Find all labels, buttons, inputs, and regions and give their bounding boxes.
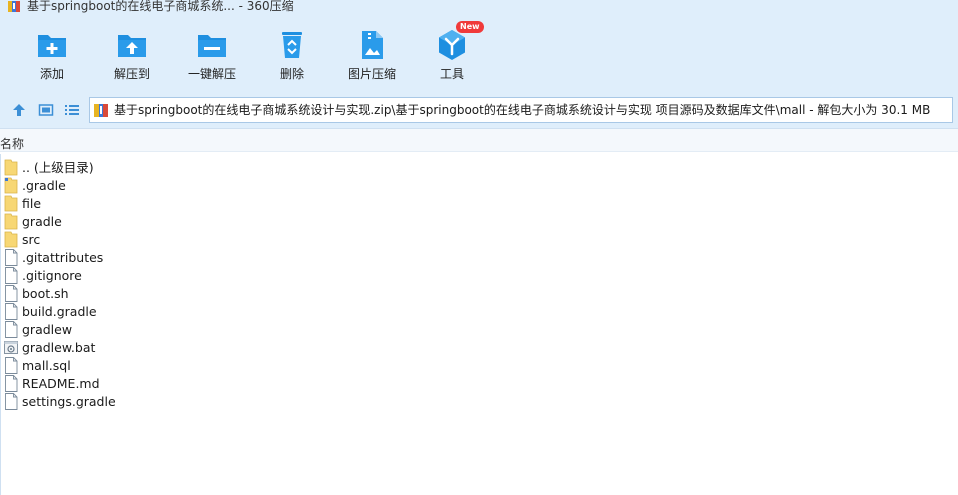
image-compress-icon xyxy=(362,31,383,59)
gear-file-icon xyxy=(4,341,18,354)
extract-to-icon xyxy=(118,35,146,57)
list-item-file-dir[interactable]: file xyxy=(4,194,304,212)
new-badge: New xyxy=(456,21,484,33)
file-icon xyxy=(5,357,18,374)
column-header: 名称 xyxy=(0,128,958,152)
delete-button[interactable]: 删除 xyxy=(252,28,332,88)
file-name: gradlew.bat xyxy=(22,340,96,355)
file-name: boot.sh xyxy=(22,286,69,301)
file-name: README.md xyxy=(22,376,100,391)
file-name: .. (上级目录) xyxy=(22,160,94,175)
add-label: 添加 xyxy=(39,67,64,81)
extract-to-button[interactable]: 解压到 xyxy=(92,28,172,88)
title-bar: 基于springboot的在线电子商城系统... - 360压缩 xyxy=(0,0,958,14)
tools-cube-icon xyxy=(439,30,465,60)
list-item-gradlew[interactable]: gradlew xyxy=(4,320,304,338)
file-icon xyxy=(5,393,18,410)
file-name: .gradle xyxy=(22,178,66,193)
one-click-extract-label: 一键解压 xyxy=(187,67,236,81)
file-icon xyxy=(5,267,18,284)
list-item-src-dir[interactable]: src xyxy=(4,230,304,248)
list-view-icon[interactable] xyxy=(64,102,80,118)
zip-archive-icon xyxy=(94,104,108,117)
folder-icon xyxy=(4,159,18,176)
file-icon xyxy=(5,249,18,266)
file-icon xyxy=(5,303,18,320)
list-item-gradlew-bat[interactable]: gradlew.bat xyxy=(4,338,304,356)
tools-label: 工具 xyxy=(439,67,464,81)
column-name-header[interactable]: 名称 xyxy=(0,137,24,151)
folder-icon xyxy=(4,177,18,194)
folder-icon xyxy=(4,195,18,212)
address-row: 基于springboot的在线电子商城系统设计与实现.zip\基于springb… xyxy=(0,92,958,128)
file-name: mall.sql xyxy=(22,358,71,373)
file-name: gradle xyxy=(22,214,62,229)
image-compress-button[interactable]: 图片压缩 xyxy=(332,28,412,88)
tools-button[interactable]: New 工具 xyxy=(412,21,492,88)
list-item-gradle-folder[interactable]: gradle xyxy=(4,212,304,230)
list-item-boot-sh[interactable]: boot.sh xyxy=(4,284,304,302)
delete-label: 删除 xyxy=(279,67,304,81)
file-name: settings.gradle xyxy=(22,394,116,409)
file-name: .gitignore xyxy=(22,268,82,283)
file-icon xyxy=(5,321,18,338)
list-item-parent-dir[interactable]: .. (上级目录) xyxy=(4,158,304,176)
extract-to-label: 解压到 xyxy=(113,67,150,81)
image-compress-label: 图片压缩 xyxy=(347,67,396,81)
recycle-bin-icon xyxy=(282,32,302,58)
address-bar[interactable]: 基于springboot的在线电子商城系统设计与实现.zip\基于springb… xyxy=(89,97,953,123)
list-item-mall-sql[interactable]: mall.sql xyxy=(4,356,304,374)
folder-icon xyxy=(4,213,18,230)
file-name: build.gradle xyxy=(22,304,97,319)
address-path: 基于springboot的在线电子商城系统设计与实现.zip\基于springb… xyxy=(114,103,931,117)
list-item-build-gradle[interactable]: build.gradle xyxy=(4,302,304,320)
file-list: .. (上级目录) .gradle file gradle src .gitat… xyxy=(0,154,958,495)
folder-icon xyxy=(4,231,18,248)
file-name: gradlew xyxy=(22,322,73,337)
add-folder-icon xyxy=(38,35,66,57)
list-item-gitattributes[interactable]: .gitattributes xyxy=(4,248,304,266)
archive-app-icon xyxy=(8,1,20,12)
file-icon xyxy=(5,285,18,302)
window-title: 基于springboot的在线电子商城系统... - 360压缩 xyxy=(27,0,294,13)
list-item-readme[interactable]: README.md xyxy=(4,374,304,392)
add-button[interactable]: 添加 xyxy=(12,28,92,88)
one-click-extract-icon xyxy=(198,35,226,57)
list-item-gitignore[interactable]: .gitignore xyxy=(4,266,304,284)
thumbnail-view-icon[interactable] xyxy=(38,102,54,118)
up-arrow-icon[interactable] xyxy=(11,102,27,118)
one-click-extract-button[interactable]: 一键解压 xyxy=(172,28,252,88)
file-name: file xyxy=(22,196,42,211)
file-name: src xyxy=(22,232,41,247)
file-name: .gitattributes xyxy=(22,250,104,265)
list-item-settings-gradle[interactable]: settings.gradle xyxy=(4,392,304,410)
file-icon xyxy=(5,375,18,392)
list-item-gradle-dir[interactable]: .gradle xyxy=(4,176,304,194)
main-toolbar: 添加 解压到 一键解压 删除 图片压缩 New 工具 xyxy=(0,14,958,92)
